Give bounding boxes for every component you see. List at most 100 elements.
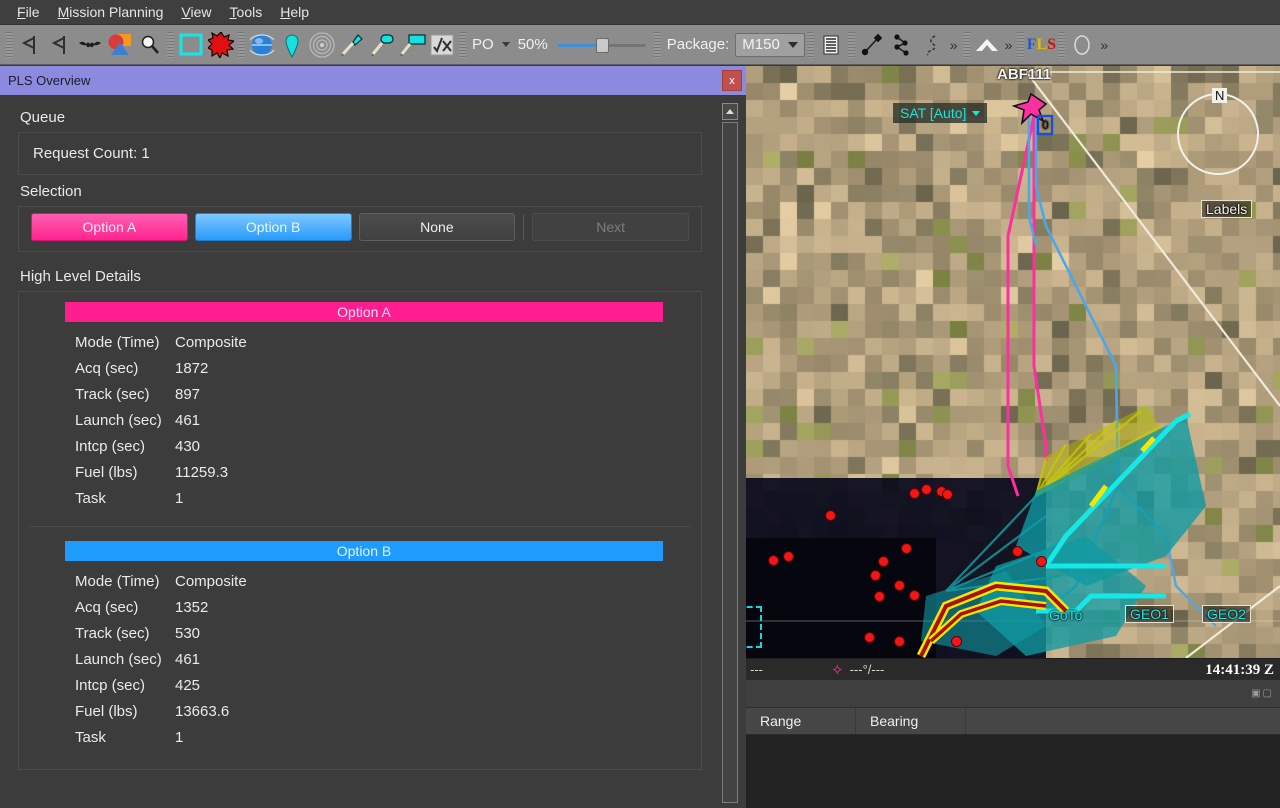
contact-marker[interactable] — [878, 556, 889, 567]
option-b-detail-card: Option B Mode (Time)Composite Acq (sec)1… — [27, 541, 693, 755]
arrow-up-icon[interactable] — [972, 29, 1002, 61]
radar-rings-icon[interactable] — [307, 29, 337, 61]
shapes-overlay-icon[interactable] — [105, 29, 135, 61]
column-header-bearing[interactable]: Bearing — [856, 708, 966, 734]
sat-mode-dropdown[interactable]: SAT [Auto] — [893, 103, 987, 123]
menu-item-help[interactable]: Help — [271, 2, 318, 22]
option-b-button[interactable]: Option B — [195, 213, 352, 241]
panel-body: Queue Request Count: 1 Selection Option … — [0, 95, 746, 808]
detail-row: Mode (Time)Composite — [75, 569, 693, 595]
bat-icon[interactable] — [75, 29, 105, 61]
aircraft-glyph-icon: ✧ — [831, 661, 844, 679]
contact-marker[interactable] — [909, 590, 920, 601]
zoom-slider-track-empty — [604, 44, 646, 47]
close-icon[interactable]: x — [722, 70, 742, 91]
detail-row: Launch (sec)461 — [75, 647, 693, 673]
tactical-map[interactable]: ABF111 SAT [Auto] 0 N Labels GoTo GEO1 G… — [746, 66, 1280, 658]
zoom-dropdown-caret-icon[interactable] — [502, 42, 510, 47]
option-a-fields: Mode (Time)Composite Acq (sec)1872 Track… — [27, 322, 693, 516]
geo1-label[interactable]: GEO1 — [1125, 605, 1174, 623]
contact-marker[interactable] — [1036, 556, 1047, 567]
scrollbar-track[interactable] — [722, 122, 738, 803]
goto-label[interactable]: GoTo — [1049, 607, 1082, 623]
option-b-card-title: Option B — [65, 541, 663, 561]
panel-scrollbar[interactable] — [722, 103, 738, 803]
select-rectangle-icon[interactable] — [176, 29, 206, 61]
scroll-up-button[interactable] — [722, 103, 738, 120]
burst-icon[interactable] — [206, 29, 236, 61]
sat-mode-value: SAT [Auto] — [900, 105, 966, 121]
strip-mini-icons[interactable]: ▣▢ — [1251, 688, 1274, 699]
flag-left-alt-icon[interactable] — [45, 29, 75, 61]
contact-marker[interactable] — [874, 591, 885, 602]
map-pin-icon[interactable] — [277, 29, 307, 61]
zoom-slider[interactable] — [558, 36, 646, 54]
selection-heading: Selection — [10, 175, 710, 206]
circle-outline-icon[interactable] — [1067, 29, 1097, 61]
contact-marker[interactable] — [1012, 546, 1023, 557]
toolbar-separator — [459, 32, 466, 58]
chevron-double-right-icon[interactable]: » — [1002, 37, 1016, 53]
field-value: 1 — [175, 725, 693, 751]
card-separator — [29, 526, 691, 527]
menu-item-file[interactable]: File — [8, 2, 49, 22]
button-divider — [523, 214, 524, 240]
contact-marker[interactable] — [825, 510, 836, 521]
detail-row: Fuel (lbs)13663.6 — [75, 699, 693, 725]
polyline-2pt-icon[interactable] — [857, 29, 887, 61]
menu-item-view[interactable]: View — [172, 2, 220, 22]
contact-marker[interactable] — [921, 484, 932, 495]
column-header-range[interactable]: Range — [746, 708, 856, 734]
application-window: File Mission Planning View Tools Help — [0, 0, 1280, 808]
chevron-double-right-icon[interactable]: » — [947, 37, 961, 53]
contact-marker[interactable] — [901, 543, 912, 554]
contact-marker[interactable] — [864, 632, 875, 643]
package-dropdown[interactable]: M150 — [735, 33, 805, 57]
contact-marker[interactable] — [783, 551, 794, 562]
formula-icon[interactable] — [427, 29, 457, 61]
labels-button[interactable]: Labels — [1201, 200, 1252, 218]
none-button[interactable]: None — [359, 213, 516, 241]
menu-item-tools[interactable]: Tools — [221, 2, 272, 22]
draw-callout-icon[interactable] — [367, 29, 397, 61]
option-a-button[interactable]: Option A — [31, 213, 188, 241]
detail-row: Track (sec)530 — [75, 621, 693, 647]
contact-marker[interactable] — [768, 555, 779, 566]
contact-marker[interactable] — [894, 580, 905, 591]
draw-box-icon[interactable] — [397, 29, 427, 61]
contact-marker[interactable] — [870, 570, 881, 581]
detail-row: Intcp (sec)425 — [75, 673, 693, 699]
contact-marker[interactable] — [942, 489, 953, 500]
table-header-row: Range Bearing — [746, 708, 1280, 735]
contact-marker[interactable] — [951, 636, 962, 647]
menu-item-mission-planning[interactable]: Mission Planning — [49, 2, 173, 22]
chevron-double-right-icon[interactable]: » — [1097, 37, 1111, 53]
field-label: Launch (sec) — [75, 647, 175, 673]
contact-marker[interactable] — [909, 488, 920, 499]
fls-logo-icon[interactable]: FLS — [1026, 29, 1056, 61]
field-value: 430 — [175, 434, 693, 460]
globe-icon[interactable] — [247, 29, 277, 61]
detail-row: Track (sec)897 — [75, 382, 693, 408]
freehand-line-icon[interactable] — [917, 29, 947, 61]
geo2-label[interactable]: GEO2 — [1202, 605, 1251, 623]
magnifier-icon[interactable] — [135, 29, 165, 61]
menu-bar: File Mission Planning View Tools Help — [0, 0, 1280, 25]
option-b-fields: Mode (Time)Composite Acq (sec)1352 Track… — [27, 561, 693, 755]
field-label: Mode (Time) — [75, 330, 175, 356]
polyline-3pt-icon[interactable] — [887, 29, 917, 61]
selection-dash-box[interactable] — [746, 606, 762, 648]
table-body[interactable] — [746, 735, 1280, 808]
field-label: Track (sec) — [75, 621, 175, 647]
column-header-filler — [966, 708, 1280, 734]
draw-pin-icon[interactable] — [337, 29, 367, 61]
details-box: Option A Mode (Time)Composite Acq (sec)1… — [18, 291, 702, 770]
contact-marker[interactable] — [894, 636, 905, 647]
flag-left-icon[interactable] — [15, 29, 45, 61]
list-icon[interactable] — [816, 29, 846, 61]
field-label: Fuel (lbs) — [75, 460, 175, 486]
panel-title-bar[interactable]: PLS Overview x — [0, 66, 746, 95]
zoom-slider-handle[interactable] — [596, 38, 609, 53]
next-button[interactable]: Next — [532, 213, 689, 241]
field-label: Track (sec) — [75, 382, 175, 408]
